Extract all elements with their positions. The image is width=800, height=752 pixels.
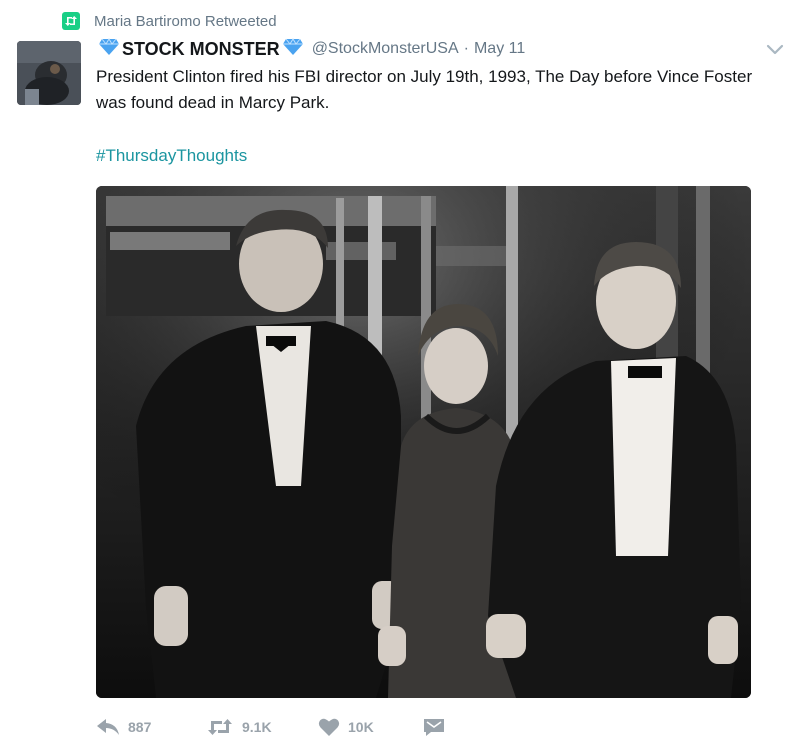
- retweet-context[interactable]: Maria Bartiromo Retweeted: [62, 10, 277, 32]
- author-handle[interactable]: @StockMonsterUSA: [312, 40, 459, 58]
- reply-count: 887: [128, 719, 152, 735]
- author-name[interactable]: STOCK MONSTER: [96, 37, 306, 61]
- retweet-button[interactable]: 9.1K: [206, 718, 318, 736]
- like-icon: [318, 717, 340, 737]
- separator: ·: [463, 40, 469, 57]
- reply-button[interactable]: 887: [96, 718, 206, 736]
- tweet-header: STOCK MONSTER @StockMonsterUSA · May 11: [96, 36, 786, 62]
- reply-icon: [96, 718, 120, 736]
- avatar[interactable]: [17, 41, 81, 105]
- hashtag-link[interactable]: #ThursdayThoughts: [96, 146, 247, 166]
- chevron-down-icon[interactable]: [764, 38, 786, 60]
- tweet-photo[interactable]: [96, 186, 751, 698]
- blue-diamond-icon: [282, 37, 304, 61]
- retweet-icon: [62, 12, 80, 30]
- like-count: 10K: [348, 719, 374, 735]
- tweet-actions: 887 9.1K 10K: [96, 712, 446, 742]
- timestamp[interactable]: May 11: [474, 40, 525, 58]
- direct-message-icon: [422, 717, 446, 737]
- display-name[interactable]: STOCK MONSTER: [122, 39, 280, 60]
- retweet-label[interactable]: Maria Bartiromo Retweeted: [94, 13, 277, 30]
- blue-diamond-icon: [98, 37, 120, 61]
- tweet-text: President Clinton fired his FBI director…: [96, 67, 753, 112]
- retweet-icon: [206, 718, 234, 736]
- direct-message-button[interactable]: [422, 717, 446, 737]
- like-button[interactable]: 10K: [318, 717, 422, 737]
- retweet-count: 9.1K: [242, 719, 272, 735]
